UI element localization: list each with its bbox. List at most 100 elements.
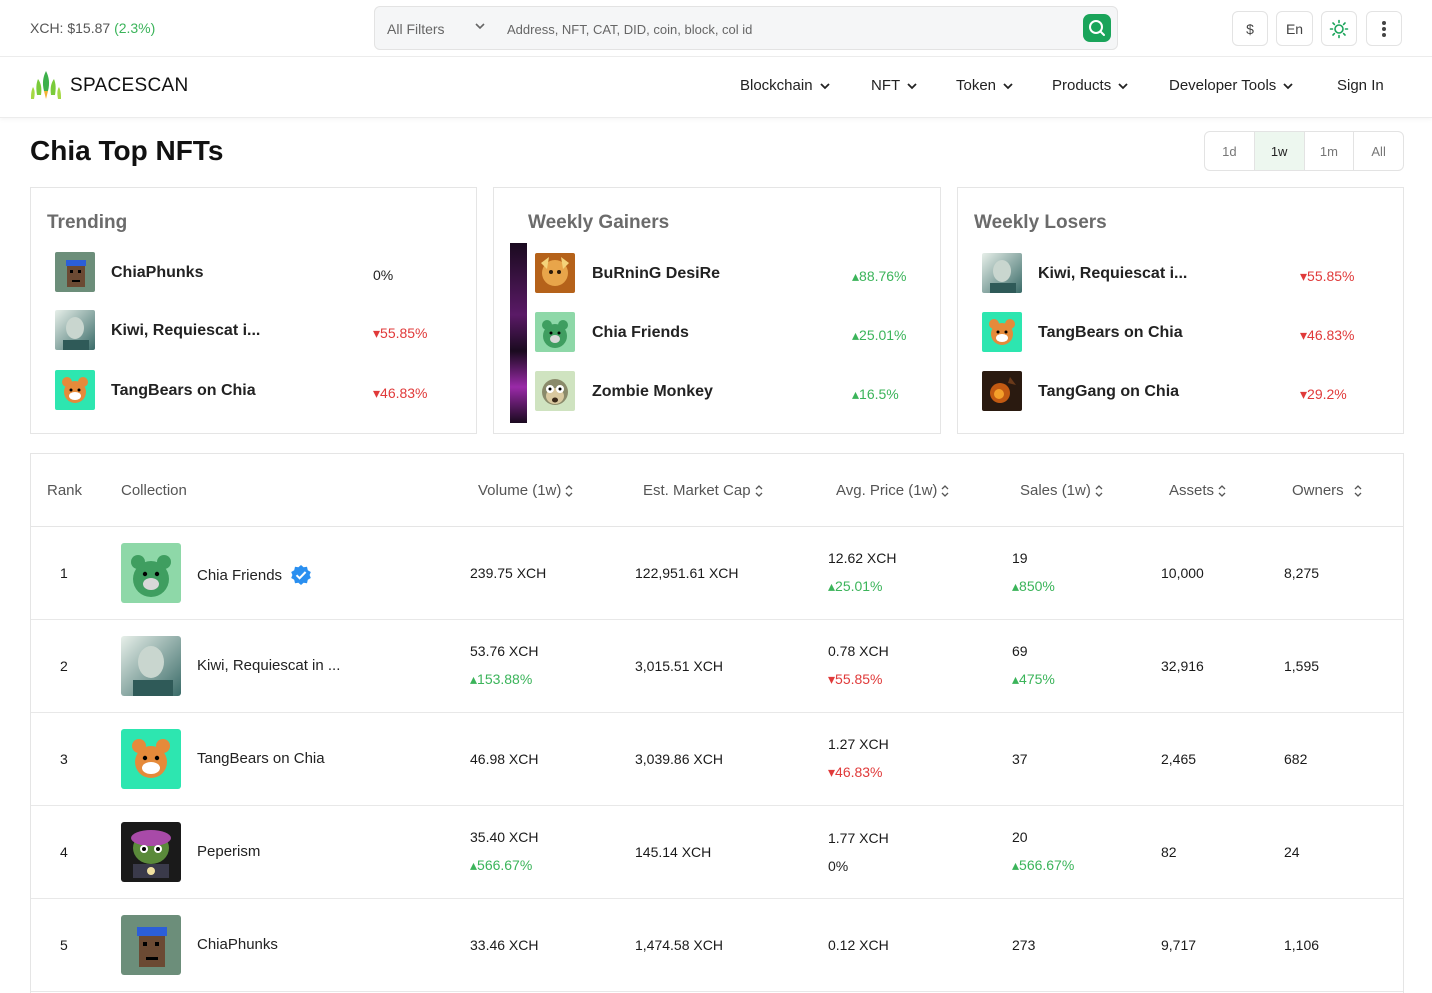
nav-products[interactable]: Products — [1052, 77, 1129, 94]
table-row[interactable]: 4 Peperism 35.40 XCH ▴566.67% 145.14 XCH… — [31, 806, 1403, 899]
trending-item[interactable]: TangBears on Chia ▾46.83% — [31, 370, 476, 412]
sales-cell: 69 ▴475% — [1012, 643, 1055, 688]
range-1d[interactable]: 1d — [1205, 132, 1255, 170]
language-button[interactable]: En — [1276, 11, 1313, 46]
theme-toggle-button[interactable] — [1321, 11, 1357, 46]
xch-price: XCH: $15.87 (2.3%) — [30, 20, 155, 36]
nav-developer-tools[interactable]: Developer Tools — [1169, 77, 1294, 94]
collection-avatar — [55, 310, 95, 350]
collection-name-cell[interactable]: TangBears on Chia — [197, 750, 325, 767]
nav-products-label: Products — [1052, 77, 1112, 94]
collection-name: Kiwi, Requiescat in ... — [197, 657, 341, 674]
rank-cell: 1 — [60, 565, 68, 581]
collection-name: Kiwi, Requiescat i... — [1038, 265, 1188, 282]
nav-token-label: Token — [956, 77, 997, 94]
loser-item[interactable]: TangGang on Chia ▾29.2% — [958, 371, 1403, 413]
weekly-gainers-card: Weekly Gainers BuRninG DesiRe ▴88.76% Ch… — [493, 187, 941, 434]
change-value: ▴16.5% — [852, 386, 899, 402]
kebab-menu-icon — [1382, 20, 1386, 37]
collection-avatar — [55, 370, 95, 410]
volume-cell: 46.98 XCH — [470, 751, 539, 767]
chevron-down-icon — [1283, 82, 1293, 89]
avg-price-value: 1.77 XCH — [828, 830, 889, 846]
collection-name-cell[interactable]: Chia Friends — [197, 564, 312, 586]
collection-avatar — [535, 312, 575, 352]
sign-in-link[interactable]: Sign In — [1337, 77, 1384, 94]
main-navbar: SPACESCAN Blockchain NFT Token Products … — [0, 57, 1432, 118]
collection-name-cell[interactable]: Peperism — [197, 843, 260, 860]
nav-nft-label: NFT — [871, 77, 901, 94]
chevron-down-icon[interactable] — [473, 19, 487, 33]
header-avg-price[interactable]: Avg. Price (1w) — [836, 482, 949, 499]
header-assets-label: Assets — [1169, 482, 1215, 499]
more-menu-button[interactable] — [1366, 11, 1402, 46]
loser-item[interactable]: TangBears on Chia ▾46.83% — [958, 312, 1403, 354]
header-sales[interactable]: Sales (1w) — [1020, 482, 1103, 499]
market-cap-cell: 145.14 XCH — [635, 844, 712, 860]
trending-item[interactable]: Kiwi, Requiescat i... ▾55.85% — [31, 310, 476, 352]
sort-icon — [755, 484, 763, 497]
card-title: Trending — [47, 212, 128, 233]
sort-icon — [941, 484, 949, 497]
search-icon — [1089, 20, 1105, 36]
volume-value: 53.76 XCH — [470, 643, 539, 659]
trending-item[interactable]: ChiaPhunks 0% — [31, 252, 476, 294]
header-sales-label: Sales (1w) — [1020, 482, 1091, 499]
loser-item[interactable]: Kiwi, Requiescat i... ▾55.85% — [958, 253, 1403, 295]
market-cap-cell: 122,951.61 XCH — [635, 565, 739, 581]
volume-value: 35.40 XCH — [470, 829, 539, 845]
sort-icon — [565, 484, 573, 497]
collection-name: Chia Friends — [197, 566, 283, 584]
range-1w[interactable]: 1w — [1254, 132, 1305, 170]
volume-change: ▴153.88% — [470, 671, 533, 687]
brand-name[interactable]: SPACESCAN — [70, 75, 189, 97]
change-value: ▴88.76% — [852, 268, 907, 284]
change-value: ▾29.2% — [1300, 386, 1347, 402]
spacescan-logo-icon[interactable] — [30, 69, 62, 101]
header-volume[interactable]: Volume (1w) — [478, 482, 573, 499]
search-button[interactable] — [1083, 14, 1111, 42]
change-value: ▾55.85% — [373, 325, 428, 341]
search-input[interactable] — [507, 17, 1067, 41]
table-header: Rank Collection Volume (1w) Est. Market … — [31, 454, 1403, 527]
avg-price-change: ▾55.85% — [828, 671, 883, 687]
collection-avatar — [121, 729, 181, 789]
nav-nft[interactable]: NFT — [871, 77, 918, 94]
gainer-item[interactable]: Zombie Monkey ▴16.5% — [494, 371, 940, 413]
table-row[interactable]: 5 ChiaPhunks 33.46 XCH 1,474.58 XCH 0.12… — [31, 899, 1403, 992]
nav-blockchain[interactable]: Blockchain — [740, 77, 831, 94]
chevron-down-icon — [1003, 82, 1013, 89]
avg-price-change: ▾46.83% — [828, 764, 883, 780]
volume-cell: 33.46 XCH — [470, 937, 539, 953]
collection-name: TangBears on Chia — [197, 750, 325, 767]
range-1m[interactable]: 1m — [1305, 132, 1355, 170]
sales-cell: 37 — [1012, 751, 1028, 767]
collection-name-cell[interactable]: ChiaPhunks — [197, 936, 278, 953]
sales-change: ▴850% — [1012, 578, 1055, 594]
verified-badge-icon — [291, 565, 311, 585]
volume-cell: 53.76 XCH ▴153.88% — [470, 643, 538, 688]
collection-name-cell[interactable]: Kiwi, Requiescat in ... — [197, 657, 340, 674]
avg-price-change: ▴25.01% — [828, 578, 883, 594]
collection-name: BuRninG DesiRe — [592, 265, 721, 282]
avg-price-change: 0% — [828, 858, 849, 874]
nav-token[interactable]: Token — [956, 77, 1014, 94]
filter-dropdown[interactable]: All Filters — [387, 21, 445, 37]
range-all[interactable]: All — [1354, 132, 1403, 170]
collection-avatar — [121, 915, 181, 975]
gainer-item[interactable]: Chia Friends ▴25.01% — [494, 312, 940, 354]
table-row[interactable]: 2 Kiwi, Requiescat in ... 53.76 XCH ▴153… — [31, 620, 1403, 713]
header-assets[interactable]: Assets — [1169, 482, 1226, 499]
table-row[interactable]: 1 Chia Friends 239.75 XCH 122,951.61 XCH… — [31, 527, 1403, 620]
sales-value: 69 — [1012, 643, 1028, 659]
gainer-item[interactable]: BuRninG DesiRe ▴88.76% — [494, 253, 940, 295]
header-market-cap-label: Est. Market Cap — [643, 482, 751, 499]
xch-price-value: XCH: $15.87 — [30, 20, 111, 36]
market-cap-cell: 3,039.86 XCH — [635, 751, 723, 767]
header-owners[interactable]: Owners — [1292, 482, 1362, 499]
collection-avatar — [535, 253, 575, 293]
currency-button[interactable]: $ — [1232, 11, 1268, 46]
collection-avatar — [982, 312, 1022, 352]
table-row[interactable]: 3 TangBears on Chia 46.98 XCH 3,039.86 X… — [31, 713, 1403, 806]
header-market-cap[interactable]: Est. Market Cap — [643, 482, 763, 499]
